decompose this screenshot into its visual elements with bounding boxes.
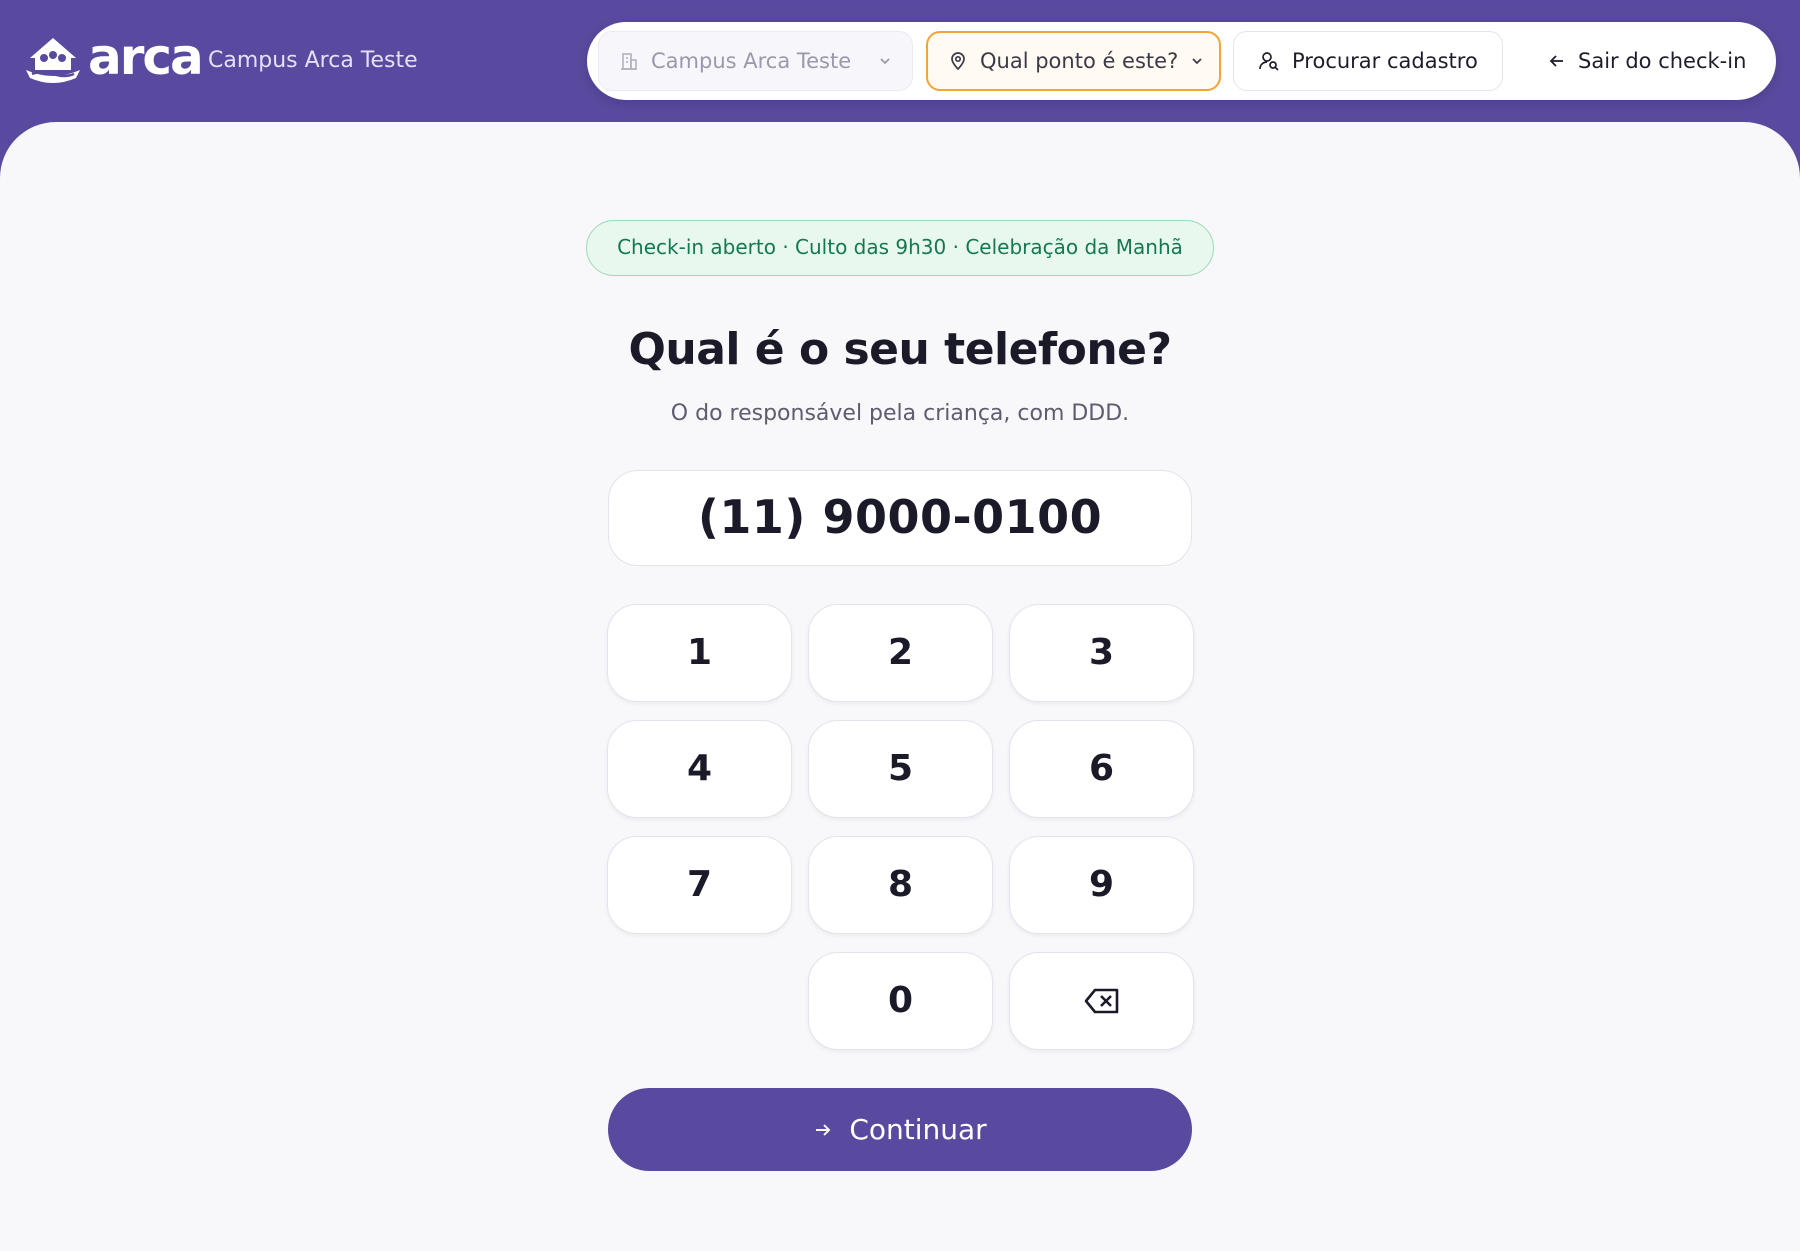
keypad-key-0[interactable]: 0 (808, 952, 993, 1050)
keypad-key-5[interactable]: 5 (808, 720, 993, 818)
point-select-value: Qual ponto é este? (980, 49, 1179, 73)
keypad-backspace-button[interactable] (1009, 952, 1194, 1050)
keypad-key-7[interactable]: 7 (607, 836, 792, 934)
keypad-key-1[interactable]: 1 (607, 604, 792, 702)
campus-select[interactable]: Campus Arca Teste (598, 31, 913, 91)
page-subtitle: O do responsável pela criança, com DDD. (670, 401, 1130, 426)
toolbar: Campus Arca Teste Qual ponto é este? Pro… (587, 22, 1776, 100)
keypad-key-2[interactable]: 2 (808, 604, 993, 702)
campus-name: Campus Arca Teste (208, 48, 418, 73)
continue-button[interactable]: Continuar (608, 1088, 1192, 1171)
keypad-key-4[interactable]: 4 (607, 720, 792, 818)
search-registration-label: Procurar cadastro (1292, 49, 1478, 73)
arca-logo: arca (24, 28, 204, 86)
phone-display-field[interactable]: (11) 9000-0100 (608, 470, 1192, 566)
chevron-down-icon (880, 58, 890, 65)
exit-checkin-button[interactable]: Sair do check-in (1518, 31, 1758, 91)
keypad-key-9[interactable]: 9 (1009, 836, 1194, 934)
ark-logo-icon (26, 38, 80, 83)
page-title: Qual é o seu telefone? (628, 324, 1172, 375)
arrow-left-icon (1549, 55, 1563, 67)
building-icon (621, 53, 637, 70)
keypad-key-6[interactable]: 6 (1009, 720, 1194, 818)
keypad-key-8[interactable]: 8 (808, 836, 993, 934)
keypad-key-3[interactable]: 3 (1009, 604, 1194, 702)
user-search-icon (1259, 52, 1279, 71)
status-badge: Check-in aberto · Culto das 9h30 · Celeb… (586, 220, 1214, 276)
campus-select-value: Campus Arca Teste (651, 49, 852, 73)
point-select[interactable]: Qual ponto é este? (926, 31, 1221, 91)
arrow-right-icon (816, 1123, 831, 1136)
top-bar: arca Campus Arca Teste Campus Arca Teste… (0, 0, 1800, 130)
exit-checkin-label: Sair do check-in (1578, 49, 1747, 73)
chevron-down-icon (1192, 58, 1202, 65)
map-pin-icon (951, 52, 965, 71)
backspace-icon (1084, 988, 1118, 1014)
main-panel: Check-in aberto · Culto das 9h30 · Celeb… (0, 122, 1800, 1251)
logo-wordmark: arca (88, 28, 204, 86)
search-registration-button[interactable]: Procurar cadastro (1233, 31, 1503, 91)
continue-label: Continuar (849, 1113, 987, 1146)
